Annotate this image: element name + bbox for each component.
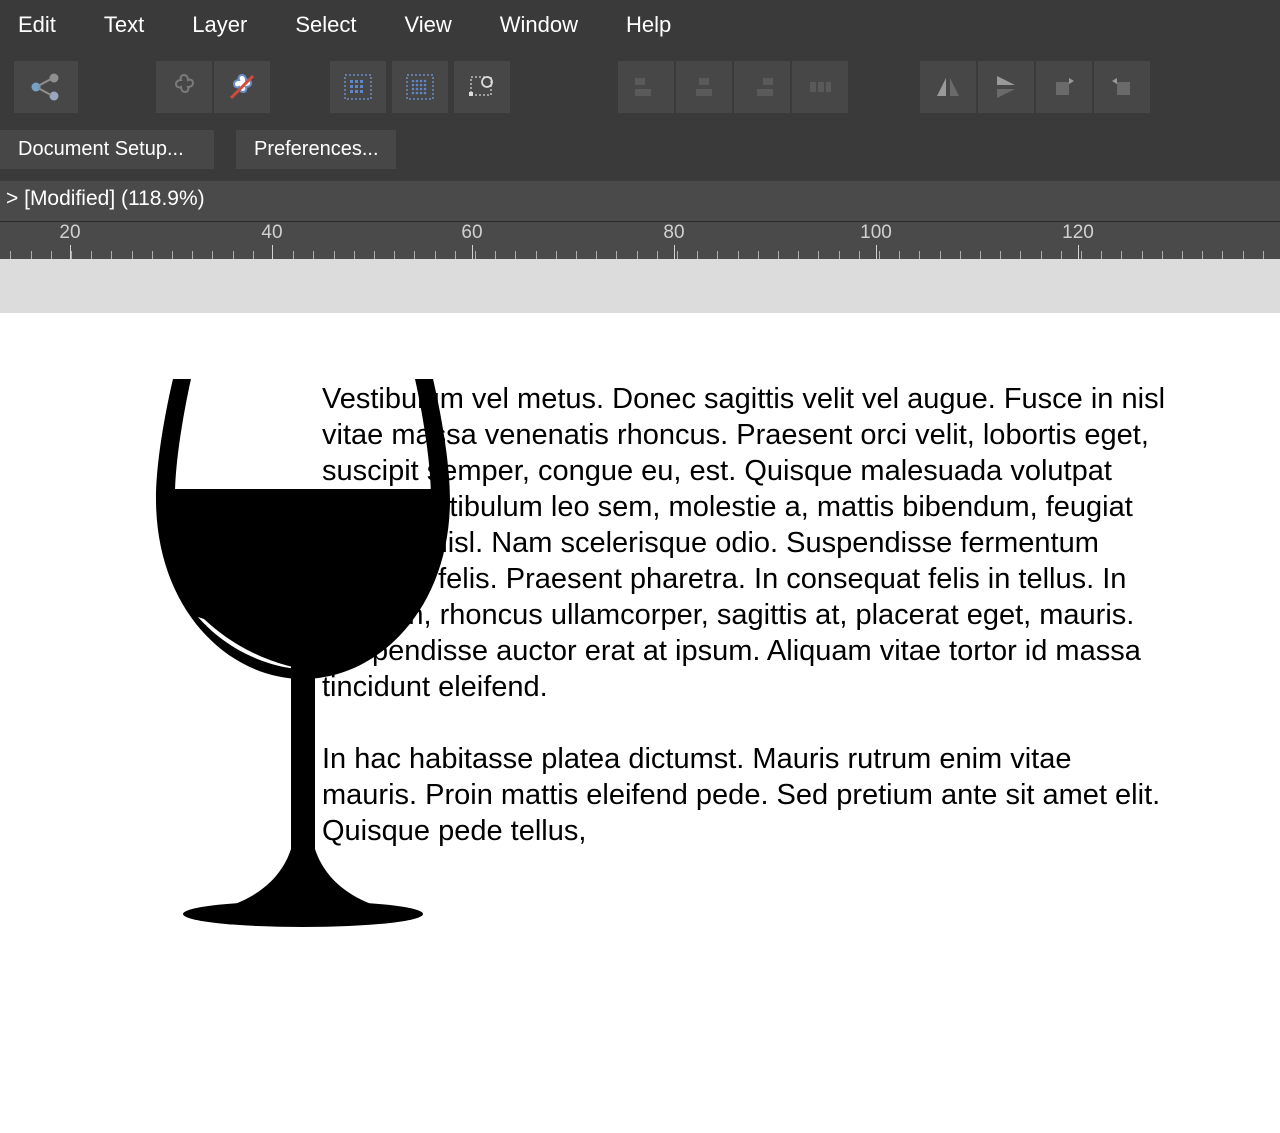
ruler-number: 120 bbox=[1062, 222, 1094, 244]
pasteboard bbox=[0, 259, 1280, 313]
menu-view[interactable]: View bbox=[404, 12, 451, 38]
menu-window[interactable]: Window bbox=[500, 12, 578, 38]
document-setup-button[interactable]: Document Setup... bbox=[0, 130, 214, 169]
tab-modified: [Modified] bbox=[24, 187, 115, 210]
menubar: Edit Text Layer Select View Window Help bbox=[0, 0, 1280, 54]
menu-select[interactable]: Select bbox=[295, 12, 356, 38]
flower-slash-icon[interactable] bbox=[214, 61, 270, 113]
tab-prefix: > bbox=[6, 187, 18, 210]
ruler-number: 40 bbox=[261, 222, 282, 244]
document-canvas[interactable]: Vestibulum vel metus. Donec sagittis vel… bbox=[0, 313, 1280, 1133]
rotate-cw-icon[interactable] bbox=[1036, 61, 1092, 113]
document-tab[interactable]: > [Modified] (118.9%) bbox=[0, 181, 1280, 221]
ruler-number: 100 bbox=[860, 222, 892, 244]
toolbar bbox=[0, 54, 1280, 120]
ruler-number: 80 bbox=[663, 222, 684, 244]
align-left-icon[interactable] bbox=[618, 61, 674, 113]
align-spread-h-icon[interactable] bbox=[792, 61, 848, 113]
menu-layer[interactable]: Layer bbox=[192, 12, 247, 38]
horizontal-ruler[interactable]: 20 40 60 80 100 120 bbox=[0, 221, 1280, 259]
preferences-button[interactable]: Preferences... bbox=[236, 130, 396, 169]
align-right-icon[interactable] bbox=[734, 61, 790, 113]
tab-zoom: 118.9% bbox=[128, 187, 198, 210]
align-center-h-icon[interactable] bbox=[676, 61, 732, 113]
wineglass-icon[interactable] bbox=[138, 369, 468, 929]
grid-select-icon[interactable] bbox=[330, 61, 386, 113]
menu-text[interactable]: Text bbox=[104, 12, 144, 38]
flip-h-icon[interactable] bbox=[920, 61, 976, 113]
transform-node-icon[interactable] bbox=[454, 61, 510, 113]
menu-help[interactable]: Help bbox=[626, 12, 671, 38]
grid-dense-icon[interactable] bbox=[392, 61, 448, 113]
toolbar-secondary: Document Setup... Preferences... bbox=[0, 120, 1280, 181]
menu-edit[interactable]: Edit bbox=[18, 12, 56, 38]
share-icon[interactable] bbox=[14, 61, 78, 113]
flip-v-icon[interactable] bbox=[978, 61, 1034, 113]
rotate-ccw-icon[interactable] bbox=[1094, 61, 1150, 113]
ruler-number: 20 bbox=[59, 222, 80, 244]
flower-outline-icon[interactable] bbox=[156, 61, 212, 113]
ruler-number: 60 bbox=[461, 222, 482, 244]
